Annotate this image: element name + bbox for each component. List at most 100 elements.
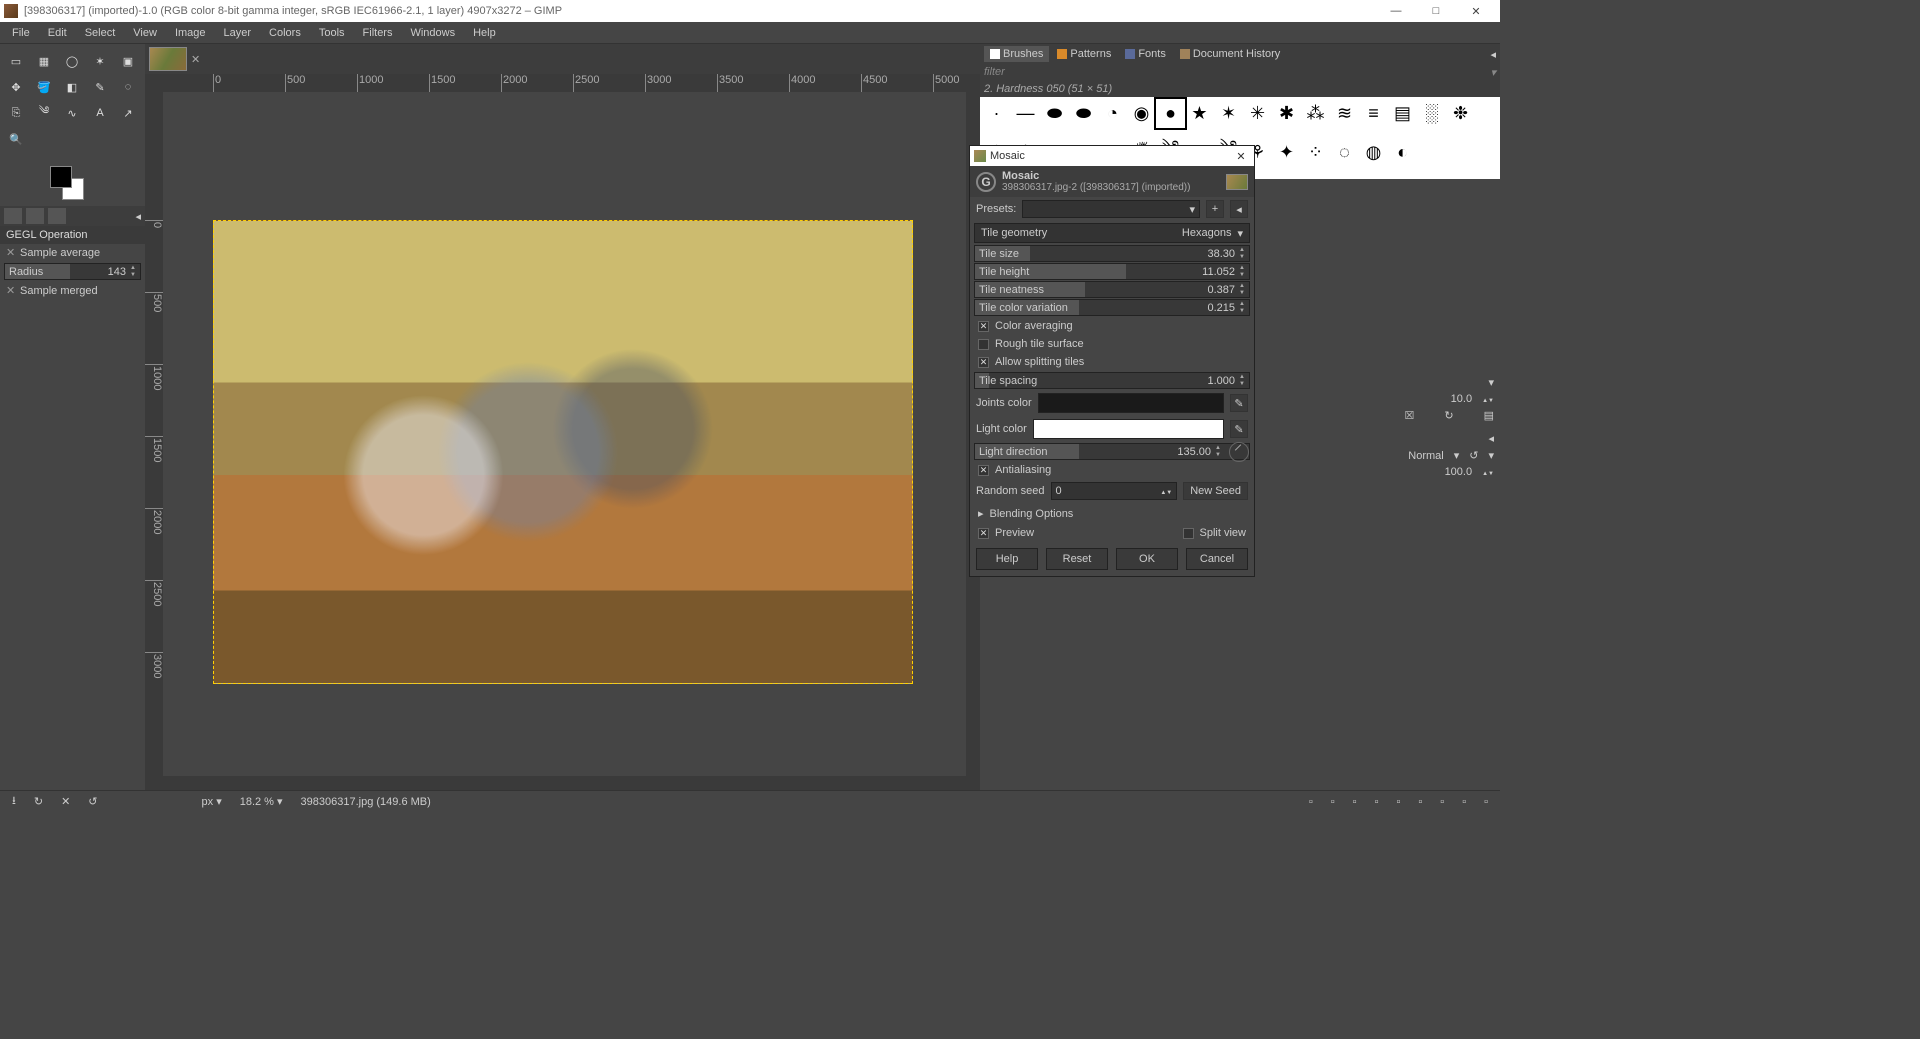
- open-icon[interactable]: ▤: [1484, 409, 1494, 422]
- minimize-button[interactable]: —: [1376, 0, 1416, 22]
- tool-crop[interactable]: ▣: [114, 48, 142, 74]
- sample-average-row[interactable]: ✕ Sample average: [0, 244, 145, 261]
- dialog-close-icon[interactable]: ✕: [1232, 150, 1250, 163]
- image-tab-thumbnail[interactable]: [149, 47, 187, 71]
- tool-eraser[interactable]: ◌: [114, 74, 142, 100]
- status-icon[interactable]: ▫: [1369, 796, 1385, 808]
- brush-cell[interactable]: ▤: [1388, 99, 1417, 128]
- menu-view[interactable]: View: [125, 24, 165, 42]
- split-view-checkbox[interactable]: Split view: [1183, 527, 1246, 539]
- foreground-color[interactable]: [50, 166, 72, 188]
- brush-cell[interactable]: ≡: [1359, 99, 1388, 128]
- color-picker-icon[interactable]: ✎: [1230, 394, 1248, 412]
- menu-edit[interactable]: Edit: [40, 24, 75, 42]
- dock-menu-icon[interactable]: ◂: [1490, 48, 1496, 61]
- tool-path[interactable]: ∿: [58, 100, 86, 126]
- color-picker-icon[interactable]: ✎: [1230, 420, 1248, 438]
- spinner-icon[interactable]: [1160, 485, 1172, 497]
- antialiasing-checkbox[interactable]: ✕Antialiasing: [970, 461, 1254, 479]
- dock-tab[interactable]: [26, 208, 44, 224]
- brush-cell[interactable]: —: [1011, 99, 1040, 128]
- menu-layer[interactable]: Layer: [216, 24, 260, 42]
- dock-menu-icon[interactable]: ◂: [135, 210, 141, 223]
- close-icon[interactable]: ✕: [6, 246, 16, 259]
- cancel-button[interactable]: Cancel: [1186, 548, 1248, 570]
- brush-cell[interactable]: ·: [982, 99, 1011, 128]
- status-icon[interactable]: ▫: [1478, 796, 1494, 808]
- status-icon[interactable]: ✕: [55, 795, 76, 808]
- tool-ellipse-select[interactable]: ◯: [58, 48, 86, 74]
- brush-cell[interactable]: ✳: [1243, 99, 1272, 128]
- status-icon[interactable]: ▫: [1347, 796, 1363, 808]
- menu-tools[interactable]: Tools: [311, 24, 353, 42]
- light-direction-dial[interactable]: [1229, 442, 1249, 462]
- status-icon[interactable]: ⭳: [6, 792, 22, 811]
- dock-menu-icon[interactable]: ◂: [1488, 432, 1494, 445]
- status-icon[interactable]: ▫: [1412, 796, 1428, 808]
- add-preset-icon[interactable]: +: [1206, 200, 1224, 218]
- zoom-dropdown[interactable]: 18.2 %: [234, 795, 289, 808]
- dock-tab-fonts[interactable]: Fonts: [1119, 46, 1172, 62]
- tool-clone[interactable]: ⎘: [2, 100, 30, 126]
- unit-dropdown[interactable]: px: [196, 795, 228, 808]
- light-direction-slider[interactable]: Light direction 135.00: [974, 443, 1250, 460]
- ok-button[interactable]: OK: [1116, 548, 1178, 570]
- color-swatches[interactable]: [50, 166, 84, 200]
- tile-height-slider[interactable]: Tile height 11.052: [974, 263, 1250, 280]
- spinner-icon[interactable]: [1215, 445, 1225, 459]
- menu-windows[interactable]: Windows: [402, 24, 463, 42]
- dock-tab[interactable]: [4, 208, 22, 224]
- tile-color-variation-slider[interactable]: Tile color variation 0.215: [974, 299, 1250, 316]
- brush-cell[interactable]: ★: [1185, 99, 1214, 128]
- new-seed-button[interactable]: New Seed: [1183, 482, 1248, 500]
- spinner-icon[interactable]: [1239, 374, 1249, 388]
- light-color-swatch[interactable]: [1033, 419, 1224, 439]
- close-icon[interactable]: ✕: [6, 284, 16, 297]
- image-tab-close-icon[interactable]: ✕: [191, 53, 201, 66]
- tile-geometry-dropdown[interactable]: Tile geometry Hexagons ▾: [974, 223, 1250, 243]
- preview-checkbox[interactable]: ✕Preview: [978, 527, 1034, 539]
- dock-tab-patterns[interactable]: Patterns: [1051, 46, 1117, 62]
- brush-cell[interactable]: ◌: [1330, 138, 1359, 167]
- radius-slider[interactable]: Radius 143: [4, 263, 141, 280]
- rough-tile-checkbox[interactable]: Rough tile surface: [970, 335, 1254, 353]
- dock-tab-document-history[interactable]: Document History: [1174, 46, 1286, 62]
- brush-cell[interactable]: ◔: [1098, 99, 1127, 128]
- status-icon[interactable]: ▫: [1434, 796, 1450, 808]
- nav-button[interactable]: [966, 74, 980, 92]
- tool-text[interactable]: A: [86, 100, 114, 126]
- menu-filters[interactable]: Filters: [355, 24, 401, 42]
- brush-cell[interactable]: ░: [1417, 99, 1446, 128]
- spinner-icon[interactable]: [130, 265, 140, 279]
- reset-button[interactable]: Reset: [1046, 548, 1108, 570]
- spinner-icon[interactable]: [1239, 283, 1249, 297]
- tile-spacing-slider[interactable]: Tile spacing 1.000: [974, 372, 1250, 389]
- canvas[interactable]: [163, 92, 966, 776]
- tile-neatness-slider[interactable]: Tile neatness 0.387: [974, 281, 1250, 298]
- status-icon[interactable]: ↺: [82, 795, 103, 808]
- menu-file[interactable]: File: [4, 24, 38, 42]
- spinner-icon[interactable]: [1482, 393, 1494, 405]
- brush-cell[interactable]: ⁂: [1301, 99, 1330, 128]
- blending-options-expander[interactable]: Blending Options: [970, 503, 1254, 524]
- brush-cell[interactable]: ⁘: [1301, 138, 1330, 167]
- brush-cell[interactable]: ≋: [1330, 99, 1359, 128]
- joints-color-swatch[interactable]: [1038, 393, 1224, 413]
- tool-color-picker[interactable]: ↗: [114, 100, 142, 126]
- tool-zoom[interactable]: 🔍: [2, 126, 30, 152]
- status-icon[interactable]: ↻: [28, 795, 49, 808]
- allow-splitting-checkbox[interactable]: ✕Allow splitting tiles: [970, 353, 1254, 371]
- status-icon[interactable]: ▫: [1325, 796, 1341, 808]
- brush-cell[interactable]: ⬬: [1069, 99, 1098, 128]
- dock-menu-icon[interactable]: ▾: [1488, 376, 1494, 389]
- brush-cell[interactable]: ❉: [1446, 99, 1475, 128]
- spinner-icon[interactable]: [1239, 301, 1249, 315]
- tile-size-slider[interactable]: Tile size 38.30: [974, 245, 1250, 262]
- layer-mode[interactable]: Normal: [1408, 450, 1443, 462]
- tool-gradient[interactable]: ◧: [58, 74, 86, 100]
- brush-cell[interactable]: ✱: [1272, 99, 1301, 128]
- brush-cell[interactable]: ✦: [1272, 138, 1301, 167]
- sample-merged-row[interactable]: ✕ Sample merged: [0, 282, 145, 299]
- spinner-icon[interactable]: [1239, 265, 1249, 279]
- presets-dropdown[interactable]: [1022, 200, 1200, 218]
